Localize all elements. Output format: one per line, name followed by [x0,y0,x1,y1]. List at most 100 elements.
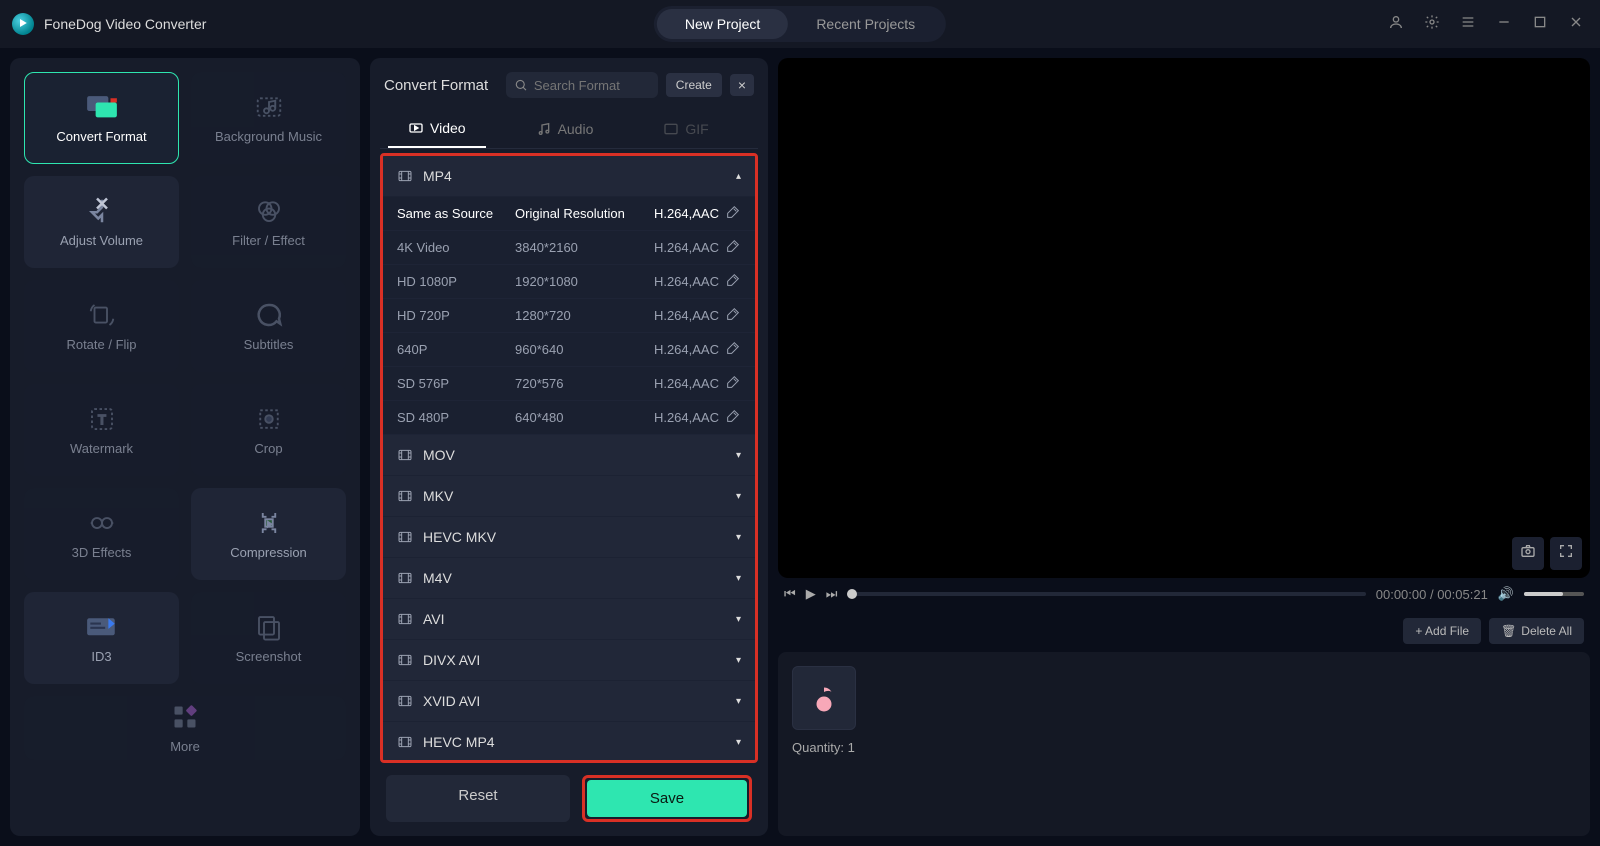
progress-bar[interactable] [847,592,1365,596]
tool-subtitles[interactable]: Subtitles [191,280,346,372]
account-icon[interactable] [1384,10,1408,39]
tool-screenshot[interactable]: Screenshot [191,592,346,684]
snapshot-button[interactable] [1512,537,1544,570]
edit-icon[interactable] [725,204,741,223]
search-icon [514,77,528,93]
gif-icon [663,121,679,137]
player-controls: ⏮ ▶ ⏭ 00:00:00 / 00:05:21 🔊 [778,586,1590,602]
media-area: Quantity: 1 [778,652,1590,836]
more-icon [168,703,202,731]
chevron-down-icon: ▾ [736,450,741,461]
settings-icon[interactable] [1420,10,1444,39]
rotate-flip-icon [85,301,119,329]
format-option[interactable]: 4K Video3840*2160H.264,AAC [383,231,755,265]
close-icon[interactable] [1564,10,1588,39]
tool-background-music[interactable]: Background Music [191,72,346,164]
app-logo-icon [12,13,34,35]
convert-format-icon [85,93,119,121]
edit-icon[interactable] [725,272,741,291]
format-option[interactable]: SD 576P720*576H.264,AAC [383,367,755,401]
tool-sidebar: Convert FormatBackground MusicAdjust Vol… [10,58,360,836]
format-group-mov[interactable]: MOV▾ [383,435,755,476]
format-option[interactable]: 640P960*640H.264,AAC [383,333,755,367]
format-group-hevc-mkv[interactable]: HEVC MKV▾ [383,517,755,558]
filter-effect-icon [252,197,286,225]
tool-rotate-flip[interactable]: Rotate / Flip [24,280,179,372]
format-group-mp4[interactable]: MP4▴ [383,156,755,197]
format-group-mkv[interactable]: MKV▾ [383,476,755,517]
play-button[interactable]: ▶ [806,586,816,602]
chevron-down-icon: ▾ [736,737,741,748]
search-format-field[interactable] [506,72,658,98]
format-list[interactable]: MP4▴Same as SourceOriginal ResolutionH.2… [380,153,758,763]
tool-filter-effect[interactable]: Filter / Effect [191,176,346,268]
convert-format-panel: Convert Format Create × Video Audio GIF … [370,58,768,836]
next-button[interactable]: ⏭ [826,586,838,602]
video-preview [778,58,1590,578]
fullscreen-button[interactable] [1550,537,1582,570]
menu-icon[interactable] [1456,10,1480,39]
save-button-highlight: Save [582,775,752,822]
chevron-down-icon: ▾ [736,655,741,666]
maximize-icon[interactable] [1528,10,1552,39]
screenshot-icon [252,613,286,641]
window-actions [1384,10,1588,39]
titlebar: FoneDog Video Converter New Project Rece… [0,0,1600,48]
quantity-label: Quantity: 1 [792,740,1576,755]
edit-icon[interactable] [725,408,741,427]
tab-new-project[interactable]: New Project [657,9,788,39]
music-note-icon [806,680,842,716]
minimize-icon[interactable] [1492,10,1516,39]
tool-3d-effects[interactable]: 3D Effects [24,488,179,580]
format-option[interactable]: Same as SourceOriginal ResolutionH.264,A… [383,197,755,231]
effects-3d-icon [85,509,119,537]
tool-adjust-volume[interactable]: Adjust Volume [24,176,179,268]
time-display: 00:00:00 / 00:05:21 [1376,587,1488,602]
audio-icon [536,121,552,137]
edit-icon[interactable] [725,238,741,257]
edit-icon[interactable] [725,340,741,359]
project-tabs: New Project Recent Projects [654,6,946,42]
create-button[interactable]: Create [666,73,722,97]
tool-compression[interactable]: Compression [191,488,346,580]
format-group-xvid-avi[interactable]: XVID AVI▾ [383,681,755,722]
chevron-down-icon: ▾ [736,491,741,502]
tab-recent-projects[interactable]: Recent Projects [788,9,943,39]
format-option[interactable]: HD 1080P1920*1080H.264,AAC [383,265,755,299]
format-group-divx-avi[interactable]: DIVX AVI▾ [383,640,755,681]
add-file-button[interactable]: + Add File [1403,618,1481,644]
format-tab-video[interactable]: Video [388,110,486,148]
delete-all-button[interactable]: 🗑Delete All [1489,618,1584,644]
volume-icon[interactable]: 🔊 [1498,586,1514,602]
close-panel-button[interactable]: × [730,74,754,96]
tool-convert-format[interactable]: Convert Format [24,72,179,164]
edit-icon[interactable] [725,306,741,325]
format-group-avi[interactable]: AVI▾ [383,599,755,640]
reset-button[interactable]: Reset [386,775,570,822]
format-tab-gif[interactable]: GIF [643,110,728,148]
adjust-volume-icon [85,197,119,225]
panel-title: Convert Format [384,77,488,94]
subtitles-icon [252,301,286,329]
trash-icon: 🗑 [1501,624,1516,638]
video-icon [408,120,424,136]
format-group-hevc-mp4[interactable]: HEVC MP4▾ [383,722,755,763]
tool-more[interactable]: More [24,696,346,760]
format-option[interactable]: HD 720P1280*720H.264,AAC [383,299,755,333]
format-group-m4v[interactable]: M4V▾ [383,558,755,599]
prev-button[interactable]: ⏮ [784,586,796,602]
save-button[interactable]: Save [587,780,747,817]
compression-icon [252,509,286,537]
chevron-down-icon: ▾ [736,614,741,625]
search-format-input[interactable] [534,78,650,93]
crop-icon [252,405,286,433]
tool-crop[interactable]: Crop [191,384,346,476]
volume-slider[interactable] [1524,592,1584,596]
media-thumb[interactable] [792,666,856,730]
format-option[interactable]: SD 480P640*480H.264,AAC [383,401,755,435]
edit-icon[interactable] [725,374,741,393]
tool-id3[interactable]: ID3 [24,592,179,684]
chevron-up-icon: ▴ [736,171,741,182]
tool-watermark[interactable]: TWatermark [24,384,179,476]
format-tab-audio[interactable]: Audio [516,110,614,148]
